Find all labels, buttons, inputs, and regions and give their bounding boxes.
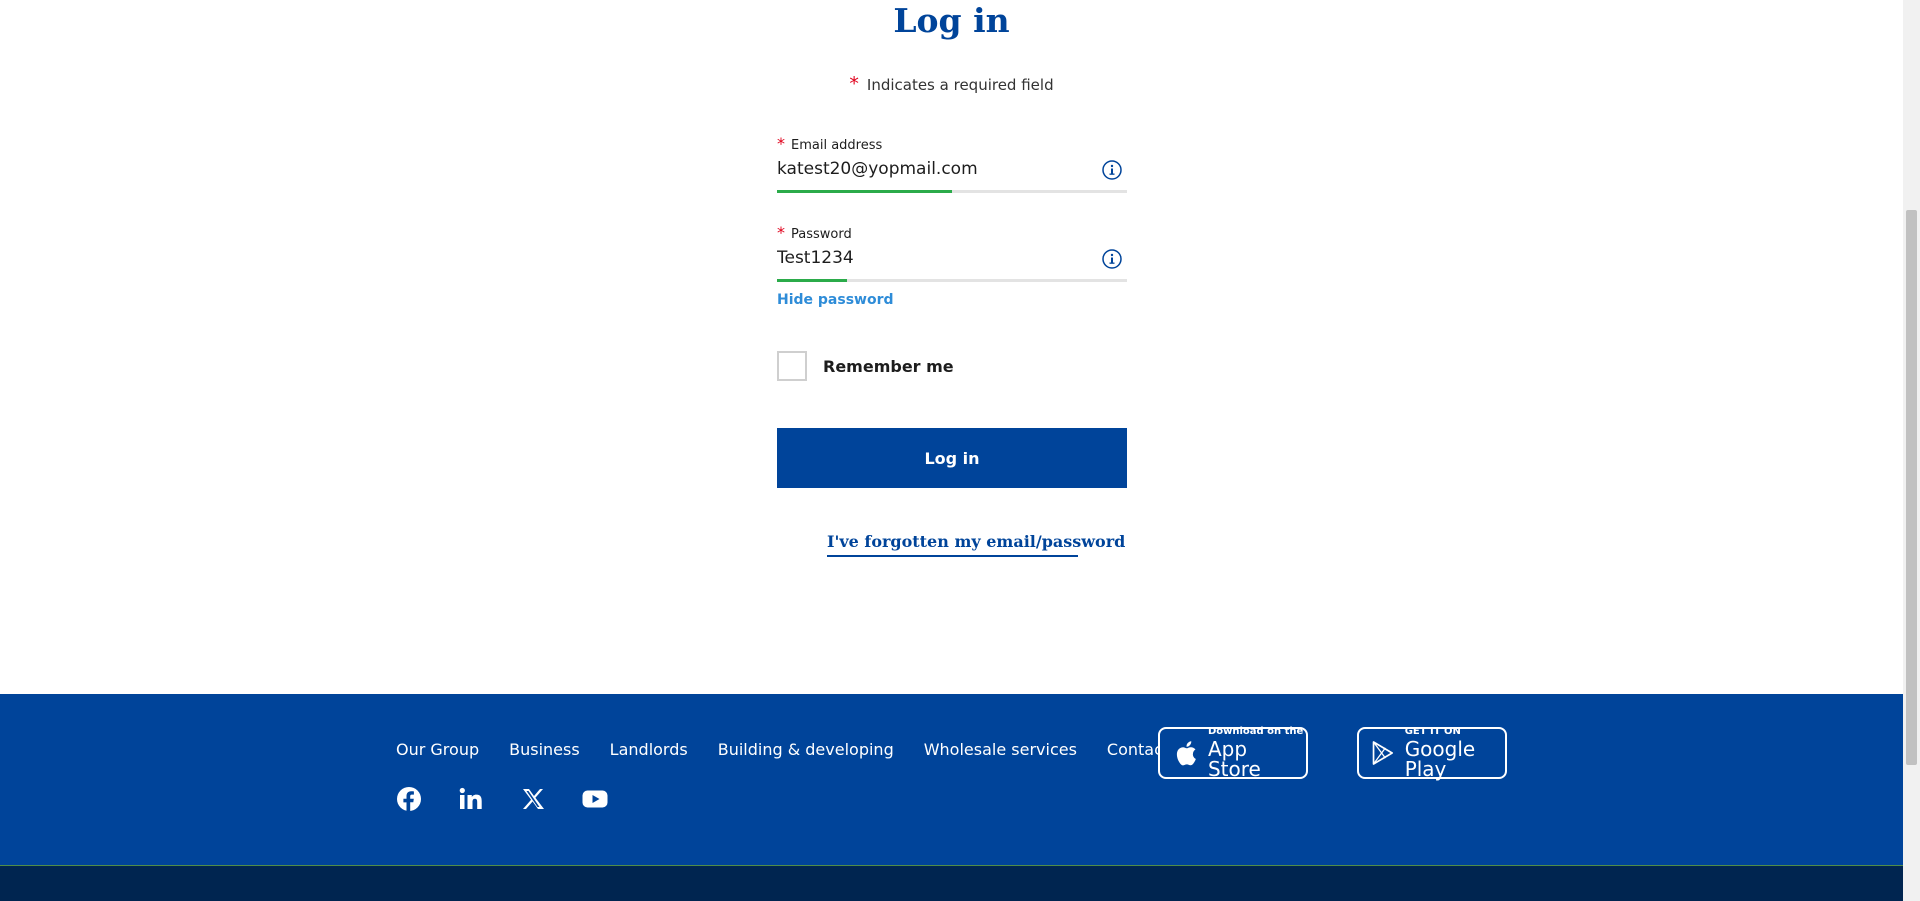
password-input[interactable] xyxy=(777,246,1097,270)
remember-me-checkbox[interactable] xyxy=(777,351,807,381)
email-strength-bar xyxy=(777,190,952,193)
app-store-small-text: Download on the xyxy=(1207,726,1304,737)
email-input[interactable] xyxy=(777,157,1097,181)
google-play-text: GET IT ON Google Play xyxy=(1404,726,1505,781)
remember-me-label[interactable]: Remember me xyxy=(823,357,954,376)
social-links xyxy=(396,786,644,812)
play-icon xyxy=(1372,741,1393,765)
footer-link-wholesale-services[interactable]: Wholesale services xyxy=(924,740,1077,759)
footer-bottom-bar xyxy=(0,865,1903,901)
footer-link-our-group[interactable]: Our Group xyxy=(396,740,479,759)
login-button[interactable]: Log in xyxy=(777,428,1127,488)
footer-nav: Our Group Business Landlords Building & … xyxy=(396,740,1223,759)
email-label-text: Email address xyxy=(791,138,883,153)
footer-link-business[interactable]: Business xyxy=(509,740,580,759)
scrollbar-thumb[interactable] xyxy=(1906,210,1917,765)
vertical-scrollbar[interactable] xyxy=(1903,0,1920,901)
x-icon[interactable] xyxy=(520,786,546,812)
required-marker: * xyxy=(777,223,785,242)
password-info-icon[interactable] xyxy=(1101,248,1123,270)
main-content: Log in * Indicates a required field * Emai… xyxy=(0,0,1903,694)
forgot-credentials-link[interactable]: I've forgotten my email/password xyxy=(827,532,1125,557)
required-note-text: Indicates a required field xyxy=(866,76,1054,94)
page: Log in * Indicates a required field * Emai… xyxy=(0,0,1920,901)
required-marker: * xyxy=(777,134,785,153)
google-play-big-text: Google Play xyxy=(1404,737,1476,781)
required-note: * Indicates a required field xyxy=(0,72,1903,97)
footer: Our Group Business Landlords Building & … xyxy=(0,694,1903,865)
footer-link-landlords[interactable]: Landlords xyxy=(610,740,688,759)
app-store-badge[interactable]: Download on the App Store xyxy=(1158,727,1308,779)
app-store-text: Download on the App Store xyxy=(1207,726,1306,781)
hide-password-link[interactable]: Hide password xyxy=(777,290,894,310)
google-play-small-text: GET IT ON xyxy=(1404,726,1461,737)
password-strength-track xyxy=(777,279,1127,282)
google-play-badge[interactable]: GET IT ON Google Play xyxy=(1357,727,1507,779)
remember-me: Remember me xyxy=(777,351,954,381)
password-label-text: Password xyxy=(791,227,852,242)
youtube-icon[interactable] xyxy=(582,786,608,812)
required-marker: * xyxy=(849,73,859,95)
email-strength-track xyxy=(777,190,1127,193)
facebook-icon[interactable] xyxy=(396,786,422,812)
footer-link-building-developing[interactable]: Building & developing xyxy=(718,740,894,759)
page-title: Log in xyxy=(893,1,1010,40)
apple-icon xyxy=(1176,741,1196,766)
password-label: * Password xyxy=(777,224,852,244)
email-label: * Email address xyxy=(777,135,882,155)
email-info-icon[interactable] xyxy=(1101,159,1123,181)
password-strength-bar xyxy=(777,279,847,282)
linkedin-icon[interactable] xyxy=(458,786,484,812)
app-store-big-text: App Store xyxy=(1207,737,1261,781)
